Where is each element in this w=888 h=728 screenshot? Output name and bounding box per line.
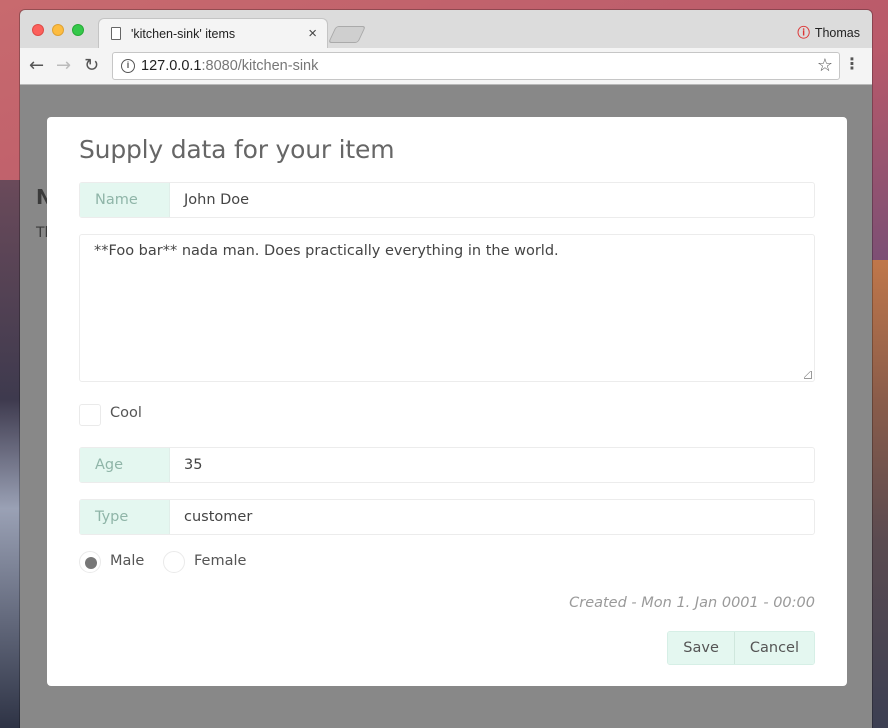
browser-tab-active[interactable]: 'kitchen-sink' items × xyxy=(98,18,328,48)
page-overlay: N Th Supply data for your item Name John… xyxy=(20,85,872,728)
url-path: :8080/kitchen-sink xyxy=(201,58,319,74)
type-field: Type customer xyxy=(79,499,815,535)
modal-actions: Save Cancel xyxy=(667,631,815,665)
age-label: Age xyxy=(80,448,170,482)
radio-selected-dot xyxy=(85,557,97,569)
created-timestamp: Created - Mon 1. Jan 0001 - 00:00 xyxy=(569,595,815,611)
description-text: **Foo bar** nada man. Does practically e… xyxy=(94,243,559,259)
reload-icon[interactable]: ↻ xyxy=(84,56,99,76)
age-field: Age 35 xyxy=(79,447,815,483)
radio-male-label: Male xyxy=(110,553,145,569)
browser-window: 'kitchen-sink' items × ⓘ Thomas ← → ↻ i 1… xyxy=(20,10,872,728)
address-bar[interactable]: i 127.0.0.1:8080/kitchen-sink ☆ xyxy=(112,52,840,80)
radio-female-label: Female xyxy=(194,553,247,569)
name-input[interactable]: John Doe xyxy=(170,183,249,217)
forward-arrow-icon[interactable]: → xyxy=(56,56,71,76)
desktop-wallpaper-left xyxy=(0,180,22,728)
resize-handle-icon[interactable] xyxy=(804,371,812,379)
page-icon xyxy=(111,27,121,40)
type-label: Type xyxy=(80,500,170,534)
star-icon[interactable]: ☆ xyxy=(817,55,833,76)
item-modal: Supply data for your item Name John Doe … xyxy=(47,117,847,686)
save-button[interactable]: Save xyxy=(668,632,734,664)
name-field: Name John Doe xyxy=(79,182,815,218)
cool-label: Cool xyxy=(110,405,142,421)
url-text: 127.0.0.1:8080/kitchen-sink xyxy=(141,58,318,74)
menu-dots-icon[interactable]: ⋮ xyxy=(844,55,860,73)
modal-title: Supply data for your item xyxy=(79,135,395,164)
user-profile-icon: ⓘ xyxy=(797,26,810,40)
name-label: Name xyxy=(80,183,170,217)
close-window-button[interactable] xyxy=(32,24,44,36)
age-input[interactable]: 35 xyxy=(170,448,202,482)
type-input[interactable]: customer xyxy=(170,500,252,534)
profile-button[interactable]: ⓘ Thomas xyxy=(797,22,860,41)
profile-name: Thomas xyxy=(814,26,860,40)
browser-titlebar: 'kitchen-sink' items × ⓘ Thomas xyxy=(20,10,872,48)
minimize-window-button[interactable] xyxy=(52,24,64,36)
new-tab-button[interactable] xyxy=(328,26,366,43)
browser-toolbar: ← → ↻ i 127.0.0.1:8080/kitchen-sink ☆ ⋮ xyxy=(20,48,872,85)
maximize-window-button[interactable] xyxy=(72,24,84,36)
description-textarea[interactable]: **Foo bar** nada man. Does practically e… xyxy=(79,234,815,382)
radio-female[interactable] xyxy=(163,551,185,573)
radio-male[interactable] xyxy=(79,551,101,573)
desktop-wallpaper-right xyxy=(870,260,888,728)
tab-title: 'kitchen-sink' items xyxy=(131,27,236,41)
url-host: 127.0.0.1 xyxy=(141,58,202,74)
window-controls xyxy=(32,24,84,36)
info-icon[interactable]: i xyxy=(121,59,135,73)
tab-close-icon[interactable]: × xyxy=(308,25,317,42)
back-arrow-icon[interactable]: ← xyxy=(29,56,44,76)
cool-checkbox[interactable] xyxy=(79,404,101,426)
cancel-button[interactable]: Cancel xyxy=(733,632,814,664)
